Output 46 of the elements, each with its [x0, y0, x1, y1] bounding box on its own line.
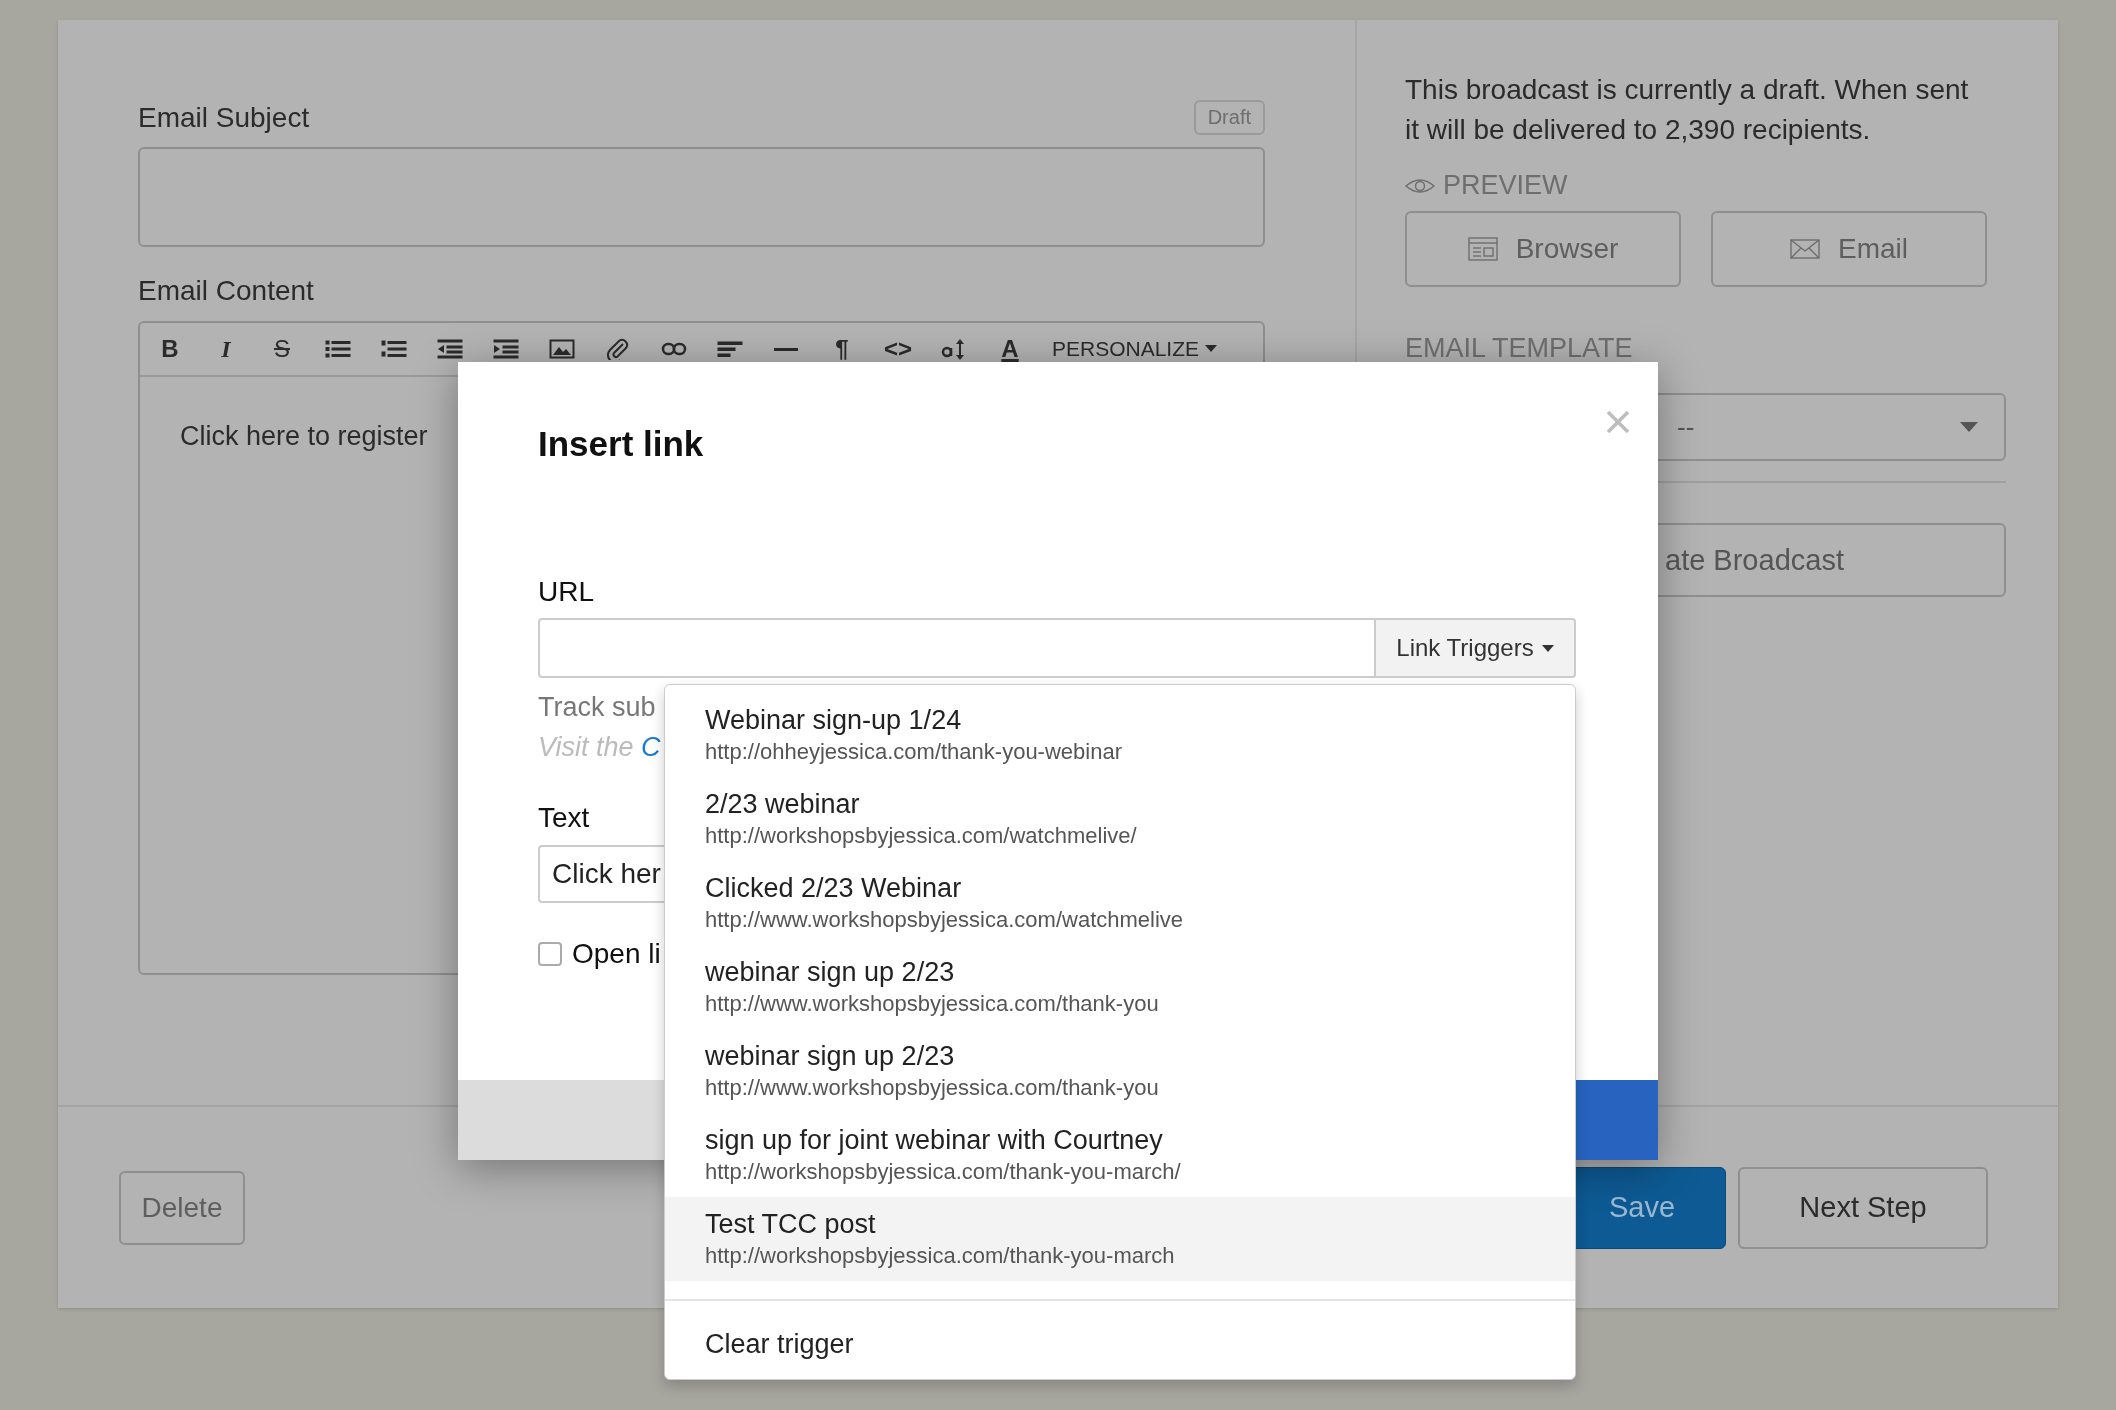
field-label: URL [538, 576, 594, 608]
field-label: Text [538, 802, 590, 834]
url-field[interactable] [538, 618, 1374, 678]
outdent-icon[interactable] [437, 338, 463, 360]
format-button[interactable]: S [254, 334, 310, 364]
align-left-icon[interactable] [717, 338, 743, 360]
format-button[interactable]: ¶ [814, 334, 870, 364]
paperclip-icon[interactable] [605, 338, 631, 360]
checkbox[interactable] [538, 942, 562, 966]
trigger-menu-item[interactable]: 2/23 webinar http://workshopsbyjessica.com/watchmelive/ [665, 777, 1575, 861]
field-label: Email Subject [138, 101, 310, 134]
trigger-menu-item[interactable]: webinar sign up 2/23 http://www.workshopsbyjessica.com/thank-you [665, 945, 1575, 1029]
draft-info-text: This broadcast is currently a draft. When sent it will be delivered to 2,390 recipients. [1405, 73, 1970, 147]
clear-trigger-item[interactable]: Clear trigger [665, 1301, 1575, 1387]
link-triggers-button[interactable]: Link Triggers [1374, 618, 1576, 678]
numbered-list-icon[interactable] [381, 338, 407, 360]
status-badge: Draft [1193, 100, 1265, 135]
envelope-icon [1790, 239, 1820, 259]
trigger-menu-item[interactable]: Webinar sign-up 1/24 http://ohheyjessica.com/thank-you-webinar [665, 693, 1575, 777]
section-label: PREVIEW [1443, 170, 1568, 201]
checkbox-label: Open li [572, 938, 661, 970]
trigger-menu-item[interactable]: Clicked 2/23 Webinar http://www.workshopsbyjessica.com/watchmelive [665, 861, 1575, 945]
dialog-title: Insert link [538, 424, 704, 464]
personalize-dropdown[interactable]: PERSONALIZE [1052, 337, 1218, 361]
subject-field[interactable] [138, 147, 1265, 247]
eye-icon [1405, 176, 1435, 195]
caret-icon [1541, 644, 1554, 652]
bullet-list-icon[interactable] [325, 338, 351, 360]
format-button[interactable]: A [982, 334, 1038, 364]
field-label: Email Content [138, 275, 315, 307]
browser-window-icon [1467, 237, 1498, 261]
help-text: Visit the C [538, 732, 661, 763]
format-button[interactable]: <> [870, 334, 926, 364]
format-button[interactable]: B [142, 334, 198, 364]
image-icon[interactable] [549, 338, 575, 360]
indent-icon[interactable] [493, 338, 519, 360]
help-link[interactable]: C [641, 732, 661, 762]
caret-icon [1205, 345, 1218, 353]
trigger-menu-item[interactable]: webinar sign up 2/23 http://www.workshopsbyjessica.com/thank-you [665, 1029, 1575, 1113]
help-text: Track sub [538, 692, 656, 723]
next-step-button[interactable]: Next Step [1738, 1166, 1988, 1249]
section-label: EMAIL TEMPLATE [1405, 333, 1634, 363]
trigger-menu-item[interactable]: Test TCC post http://workshopsbyjessica.com/thank-you-march [665, 1197, 1575, 1281]
text-size-icon[interactable] [941, 338, 967, 360]
caret-icon [1960, 422, 1978, 432]
format-button[interactable]: I [198, 334, 254, 364]
